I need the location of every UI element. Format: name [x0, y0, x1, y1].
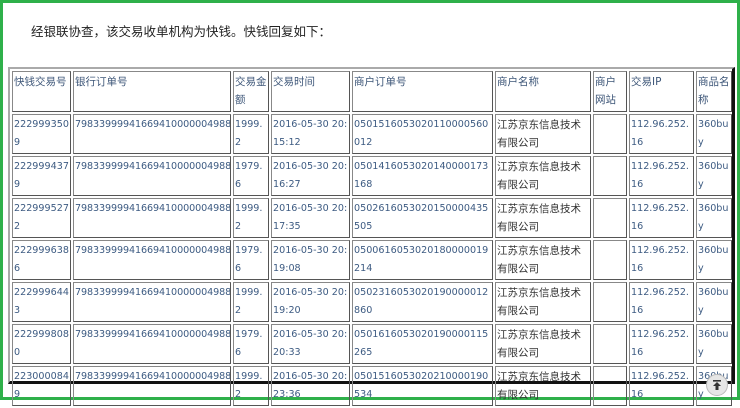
table-cell: 江苏京东信息技术有限公司: [495, 156, 591, 196]
table-row: 2229994379 798339999416694100000049886 61…: [12, 156, 732, 196]
table-cell: 112.96.252.16: [629, 156, 694, 196]
table-cell: 7983399994166941000000498873: [73, 366, 231, 406]
table-cell: [593, 366, 627, 406]
table-cell: 360buy: [696, 114, 732, 154]
intro-text: 经银联协查，该交易收单机构为快钱。快钱回复如下：: [31, 24, 332, 39]
table-cell: 2229998080: [12, 324, 71, 364]
table-cell: [593, 156, 627, 196]
column-header: 交易时间: [271, 71, 350, 112]
column-header: 商户订单号: [352, 71, 493, 112]
table-cell: 360buy: [696, 198, 732, 238]
table-cell: 江苏京东信息技术有限公司: [495, 114, 591, 154]
table-cell: 360buy: [696, 282, 732, 322]
table-cell: [593, 282, 627, 322]
column-header: 交易IP: [629, 71, 694, 112]
table-cell: [593, 240, 627, 280]
table-cell: 0500616053020180000019214: [352, 240, 493, 280]
table-body: 2229993509 79833999941669410000004988 64 1…: [12, 114, 732, 406]
table-cell: 2016-05-30 20:20:33: [271, 324, 350, 364]
content-frame: 经银联协查，该交易收单机构为快钱。快钱回复如下： 快钱交易号 银行订单号 交易金额交…: [0, 0, 740, 406]
table-cell: 1999.2: [233, 282, 269, 322]
table-cell: 2230000849: [12, 366, 71, 406]
table-cell: [593, 324, 627, 364]
table-cell: 112.96.252.16: [629, 114, 694, 154]
table-row: 2229993509 79833999941669410000004988 64 1…: [12, 114, 732, 154]
table-cell: 1999.2: [233, 114, 269, 154]
table-row: 2229995272 7983399994166941000000498869 19…: [12, 198, 732, 238]
table-cell: 2229993509: [12, 114, 71, 154]
table-cell: 2016-05-30 20:23:36: [271, 366, 350, 406]
table-cell: 112.96.252.16: [629, 240, 694, 280]
table-cell: 0501416053020140000173168: [352, 156, 493, 196]
table-row: 2229996443 7983399994166941000000498871 19…: [12, 282, 732, 322]
table-cell: 2229995272: [12, 198, 71, 238]
transactions-table-wrap: 快钱交易号 银行订单号 交易金额 交易时间 商户订单号 商户名称 商户网站 交易IP 商品名称 …: [8, 67, 735, 406]
table-cell: [593, 114, 627, 154]
table-cell: 0501516053020110000560012: [352, 114, 493, 154]
column-header: 商品名称: [696, 71, 732, 112]
table-cell: 江苏京东信息技术有限公司: [495, 282, 591, 322]
table-cell: 0502616053020150000435505: [352, 198, 493, 238]
table-cell: 1999.2: [233, 198, 269, 238]
table-header-row: 快钱交易号 银行订单号 交易金额 交易时间 商户订单号 商户名称 商户网站 交易IP 商品名称: [12, 71, 732, 112]
table-cell: 0502316053020190000012860: [352, 282, 493, 322]
table-cell: 7983399994166941000000498872: [73, 324, 231, 364]
table-cell: 112.96.252.16: [629, 198, 694, 238]
column-header: 银行订单号: [73, 71, 231, 112]
table-cell: 2016-05-30 20:16:27: [271, 156, 350, 196]
table-cell: 江苏京东信息技术有限公司: [495, 324, 591, 364]
table-cell: 1979.6: [233, 156, 269, 196]
table-cell: 0501616053020190000115265: [352, 324, 493, 364]
table-cell: 7983399994166941000000498869: [73, 198, 231, 238]
table-cell: 2229994379: [12, 156, 71, 196]
table-cell: 江苏京东信息技术有限公司: [495, 198, 591, 238]
table-cell: 2016-05-30 20:19:20: [271, 282, 350, 322]
table-cell: 江苏京东信息技术有限公司: [495, 240, 591, 280]
column-header: 商户名称: [495, 71, 591, 112]
table-row: 2229998080 7983399994166941000000498872 19…: [12, 324, 732, 364]
table-cell: 2016-05-30 20:15:12: [271, 114, 350, 154]
table-cell: 1979.6: [233, 240, 269, 280]
table-cell: 1999.2: [233, 366, 269, 406]
table-cell: 112.96.252.16: [629, 366, 694, 406]
column-header: 交易金额: [233, 71, 269, 112]
back-to-top-button[interactable]: [706, 374, 728, 396]
table-cell: 360buy: [696, 156, 732, 196]
table-cell: 2229996443: [12, 282, 71, 322]
table-cell: 2229996386: [12, 240, 71, 280]
table-cell: 1979.6: [233, 324, 269, 364]
table-cell: 112.96.252.16: [629, 324, 694, 364]
table-cell: 79833999941669410000004988 64: [73, 114, 231, 154]
table-cell: 2016-05-30 20:17:35: [271, 198, 350, 238]
table-cell: 0501516053020210000190534: [352, 366, 493, 406]
table-cell: 112.96.252.16: [629, 282, 694, 322]
transactions-table: 快钱交易号 银行订单号 交易金额 交易时间 商户订单号 商户名称 商户网站 交易IP 商品名称 …: [10, 69, 734, 408]
table-cell: 江苏京东信息技术有限公司: [495, 366, 591, 406]
column-header: 商户网站: [593, 71, 627, 112]
table-cell: 7983399994166941000000498871: [73, 282, 231, 322]
arrow-up-to-top-icon: [713, 380, 721, 390]
table-cell: 7983399994166941000000498870: [73, 240, 231, 280]
table-row: 2230000849 7983399994166941000000498873 19…: [12, 366, 732, 406]
table-cell: 798339999416694100000049886 6: [73, 156, 231, 196]
table-cell: 360buy: [696, 240, 732, 280]
table-cell: 2016-05-30 20:19:08: [271, 240, 350, 280]
table-cell: [593, 198, 627, 238]
table-cell: 360buy: [696, 324, 732, 364]
table-row: 2229996386 7983399994166941000000498870 19…: [12, 240, 732, 280]
column-header: 快钱交易号: [12, 71, 71, 112]
